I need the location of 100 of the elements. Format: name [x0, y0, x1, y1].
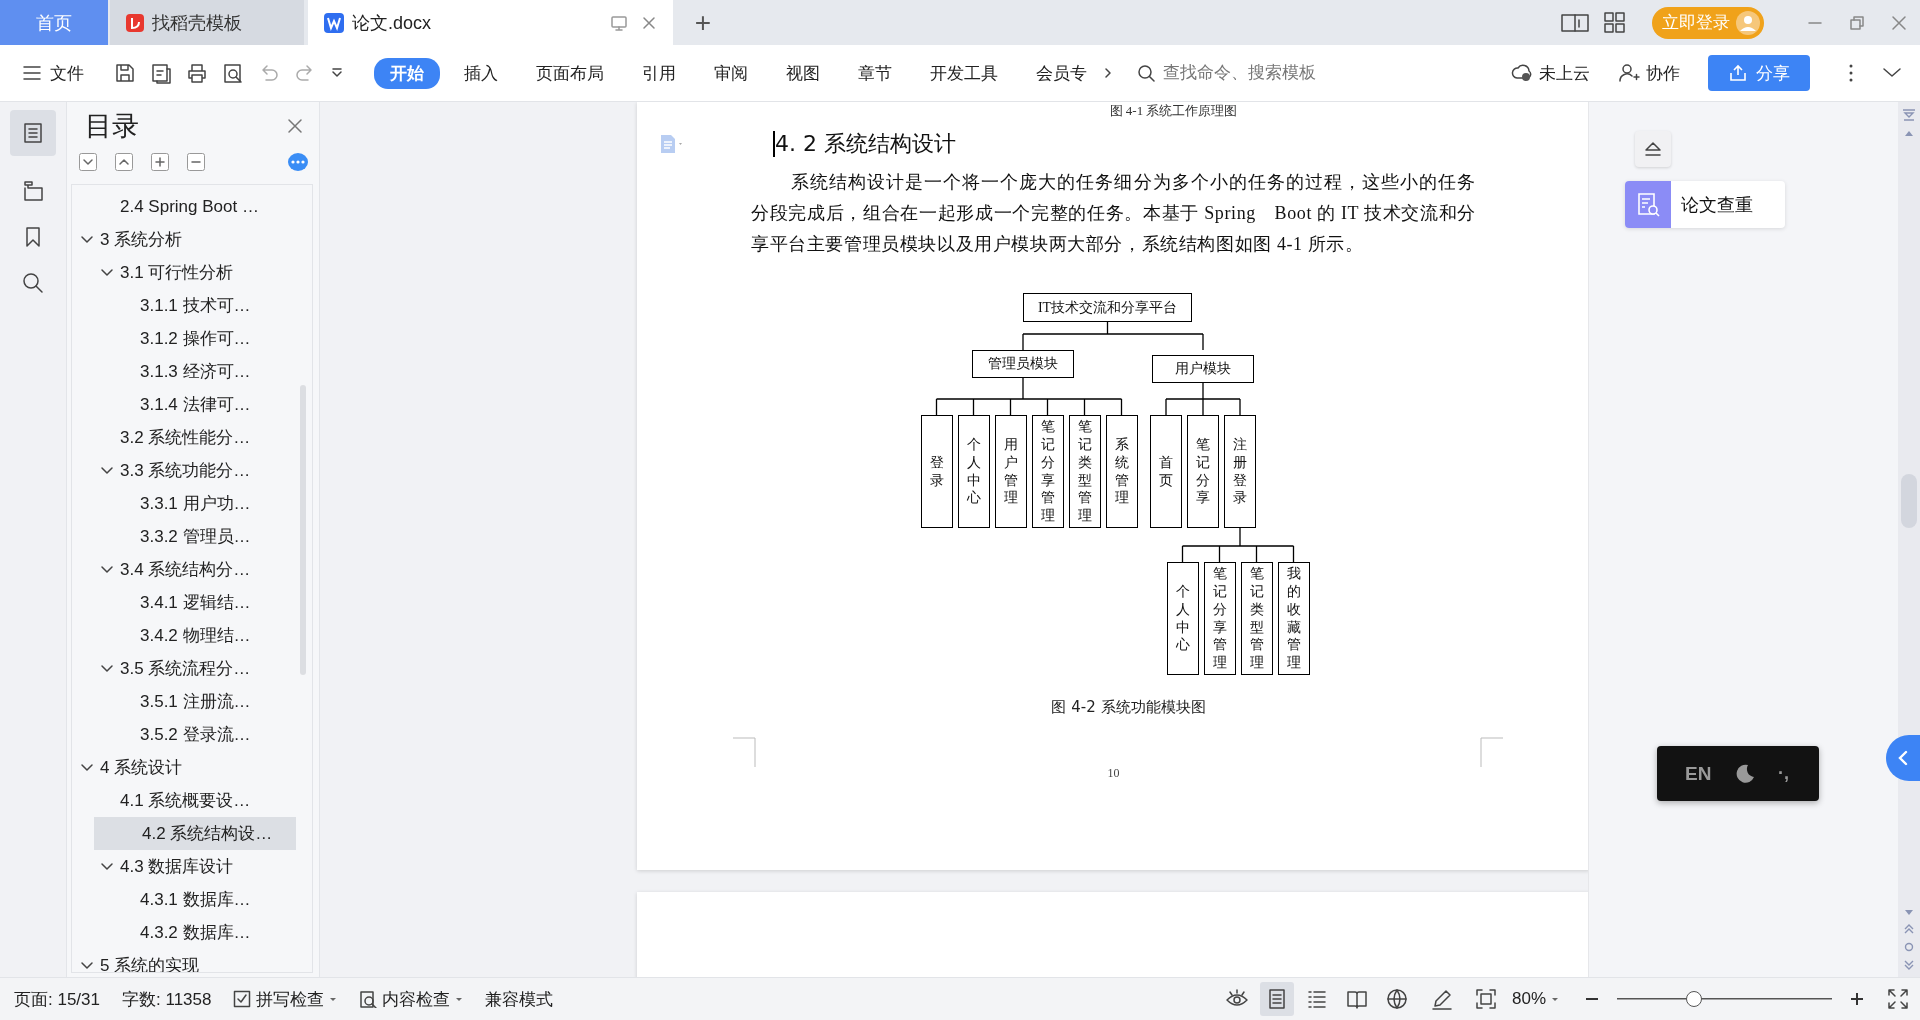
diagram-node: 用户模块 [1152, 355, 1254, 383]
spell-check-button[interactable]: 拼写检查 [233, 987, 338, 1011]
fit-page-icon[interactable] [1474, 988, 1497, 1010]
web-view-icon[interactable] [1385, 988, 1408, 1010]
outline-item[interactable]: 4 系统设计 [72, 751, 296, 784]
tab-label: 论文.docx [352, 11, 432, 35]
minus-icon[interactable] [187, 153, 205, 171]
print-preview-icon[interactable] [222, 62, 244, 84]
punctuation-indicator[interactable]: ·, [1778, 763, 1789, 784]
share-button[interactable]: 分享 [1708, 55, 1810, 91]
collaborate-button[interactable]: 协作 [1618, 61, 1680, 85]
book-view-icon[interactable] [1345, 988, 1368, 1010]
print-icon[interactable] [186, 62, 208, 84]
outline-item[interactable]: 3.4.2 物理结… [72, 619, 296, 652]
outline-item[interactable]: 4.2 系统结构设… [94, 817, 296, 850]
chat-bubble-icon[interactable] [287, 152, 309, 172]
checkbox-tick-icon [233, 990, 252, 1008]
ribbon-tab[interactable]: 页面布局 [522, 57, 618, 89]
chevron-right-icon[interactable] [1103, 67, 1113, 79]
page-corner-mark [733, 737, 756, 768]
diagram-node: 笔记分享管理 [1031, 415, 1064, 528]
ribbon-tab[interactable]: 开发工具 [916, 57, 1012, 89]
collapse-panel-button[interactable] [1635, 131, 1671, 167]
reading-layout-icon[interactable] [1561, 11, 1589, 34]
export-icon[interactable] [150, 62, 172, 84]
new-tab-button[interactable]: + [673, 0, 733, 45]
paper-check-button[interactable]: 论文查重 [1625, 181, 1785, 228]
ribbon-tab[interactable]: 视图 [772, 57, 834, 89]
grid-icon[interactable] [1603, 11, 1626, 34]
outline-item[interactable]: 3.5.2 登录流… [72, 718, 296, 751]
plus-icon[interactable] [151, 153, 169, 171]
caret-icon[interactable] [330, 67, 344, 79]
tab[interactable]: 论文.docx [308, 0, 673, 45]
outline-panel-button[interactable] [10, 110, 56, 156]
expand-level-icon[interactable] [115, 153, 133, 171]
diagram-node: 笔记分享 [1187, 415, 1219, 528]
outline-item[interactable]: 3.3 系统功能分… [72, 454, 296, 487]
file-menu[interactable]: 文件 [22, 61, 84, 85]
pen-icon[interactable] [1430, 988, 1453, 1010]
outline-item[interactable]: 3.2 系统性能分… [72, 421, 296, 454]
text-cursor [773, 131, 775, 157]
more-options-icon[interactable] [1848, 63, 1854, 83]
word-count[interactable]: 字数: 11358 [122, 987, 212, 1011]
outline-item[interactable]: 3 系统分析 [72, 223, 296, 256]
search-field[interactable]: 查找命令、搜索模板 [1137, 62, 1347, 84]
page-count[interactable]: 页面: 15/31 [14, 987, 100, 1011]
outline-item[interactable]: 3.4 系统结构分… [72, 553, 296, 586]
close-icon[interactable] [641, 14, 657, 31]
outline-item[interactable]: 2.4 Spring Boot … [72, 190, 296, 223]
page-corner-mark [1480, 737, 1503, 768]
outline-item[interactable]: 3.1.3 经济可… [72, 355, 296, 388]
close-icon[interactable] [287, 118, 303, 134]
content-check-button[interactable]: 内容检查 [359, 987, 464, 1011]
ribbon-tab[interactable]: 会员专 [1022, 57, 1101, 89]
input-method-bar[interactable]: EN ·, [1657, 746, 1819, 801]
ribbon-tab[interactable]: 审阅 [700, 57, 762, 89]
outline-item[interactable]: 3.1.2 操作可… [72, 322, 296, 355]
expand-panel-button[interactable] [1886, 735, 1920, 781]
collapse-all-icon[interactable] [79, 153, 97, 171]
diagram-node: 用户管理 [994, 415, 1027, 528]
outline-item[interactable]: 3.4.1 逻辑结… [72, 586, 296, 619]
restore-icon[interactable] [1848, 13, 1866, 32]
diagram-node: 注册登录 [1224, 415, 1256, 528]
diagram-node: 个人中心 [1166, 562, 1199, 675]
diagram-node: 笔记类型管理 [1240, 562, 1273, 675]
fullscreen-icon[interactable] [1887, 988, 1909, 1010]
add-person-icon [1618, 62, 1640, 84]
compatibility-mode[interactable]: 兼容模式 [485, 987, 554, 1011]
document-search-icon [359, 990, 378, 1008]
tab[interactable]: 找稻壳模板 [110, 0, 304, 45]
scrollbar[interactable] [300, 385, 306, 675]
chevron-down-icon[interactable] [1882, 67, 1902, 79]
outline-item[interactable]: 3.5 系统流程分… [72, 652, 296, 685]
zoom-dropdown[interactable]: 80% [1511, 989, 1559, 1009]
cloud-icon [1511, 62, 1533, 84]
tree-panel-icon[interactable] [22, 180, 44, 202]
ribbon-tab[interactable]: 引用 [628, 57, 690, 89]
flame-logo-icon [126, 13, 144, 32]
slider-thumb[interactable] [1686, 991, 1703, 1007]
monitor-icon[interactable] [611, 14, 627, 31]
outline-item[interactable]: 3.1.4 法律可… [72, 388, 296, 421]
outline-item[interactable]: 4.3.2 数据库… [72, 916, 296, 949]
save-icon[interactable] [114, 62, 136, 84]
language-indicator[interactable]: EN [1685, 762, 1712, 785]
cloud-status-button[interactable]: 未上云 [1511, 61, 1590, 85]
outline-item[interactable]: 4.3.1 数据库… [72, 883, 296, 916]
close-icon[interactable] [1890, 13, 1908, 32]
outline-item[interactable]: 3.5.1 注册流… [72, 685, 296, 718]
ribbon-tab[interactable]: 插入 [450, 57, 512, 89]
outline-view-icon[interactable] [1305, 988, 1328, 1010]
ribbon-tab[interactable]: 开始 [374, 57, 440, 89]
outline-item[interactable]: 3.3.1 用户功… [72, 487, 296, 520]
ribbon-tab[interactable]: 章节 [844, 57, 906, 89]
outline-item[interactable]: 3.3.2 管理员… [72, 520, 296, 553]
outline-item[interactable]: 4.1 系统概要设… [72, 784, 296, 817]
outline-item[interactable]: 3.1.1 技术可… [72, 289, 296, 322]
search-icon[interactable] [22, 272, 44, 294]
outline-item[interactable]: 3.1 可行性分析 [72, 256, 296, 289]
outline-item[interactable]: 4.3 数据库设计 [72, 850, 296, 883]
zoom-in-icon[interactable] [1849, 991, 1865, 1007]
